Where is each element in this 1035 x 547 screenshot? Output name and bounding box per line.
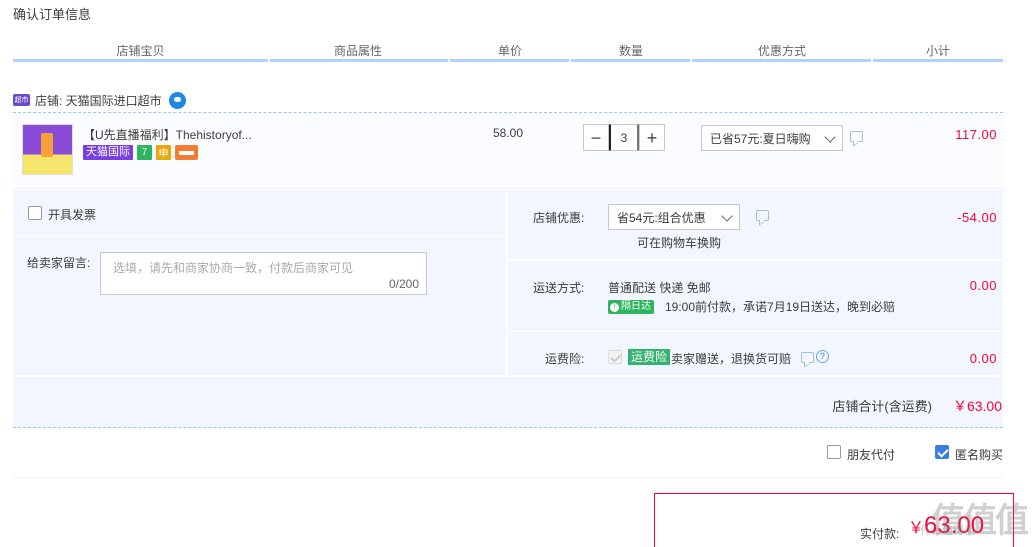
memo-textarea[interactable]: 选填，请先和商家协商一致，付款后商家可见 0/200 — [100, 252, 427, 295]
chevron-down-icon — [721, 210, 733, 222]
pay-label: 实付款: — [860, 527, 900, 541]
guarantee-icon: 申 — [156, 145, 171, 160]
column-separator — [690, 59, 692, 62]
shop-row: 超市 店铺: 天猫国际进口超市 — [13, 91, 186, 109]
quantity-stepper: − + — [583, 124, 665, 151]
message-icon[interactable] — [756, 210, 769, 221]
friend-pay-checkbox[interactable] — [827, 445, 841, 459]
shop-name[interactable]: 店铺: 天猫国际进口超市 — [35, 92, 162, 109]
anonymous-checkbox[interactable] — [935, 445, 949, 459]
next-day-badge-text: 隔日达 — [621, 301, 651, 312]
shop-discount-amount: -54.00 — [957, 210, 997, 225]
wangwang-icon[interactable] — [168, 91, 186, 109]
insurance-amount: 0.00 — [969, 351, 997, 366]
quantity-decrease-button[interactable]: − — [583, 124, 609, 151]
product-title-link[interactable]: 【U先直播福利】Thehistoryof... — [83, 126, 263, 143]
divider — [13, 477, 1003, 478]
memo-label: 给卖家留言: — [27, 256, 91, 270]
shop-total-label: 店铺合计(含运费) — [832, 399, 932, 414]
page-title: 确认订单信息 — [13, 7, 92, 22]
shop-discount-note: 可在购物车换购 — [637, 236, 722, 250]
insurance-note: 卖家赠送，退换货可赔 — [671, 352, 792, 366]
divider — [13, 375, 1003, 377]
next-day-badge: ! 隔日达 — [608, 300, 654, 314]
shipping-label: 运送方式: — [533, 281, 585, 295]
lightning-icon: ! — [610, 302, 619, 312]
shipping-amount: 0.00 — [969, 278, 997, 293]
message-icon[interactable] — [850, 131, 863, 142]
column-separator — [569, 59, 571, 62]
quantity-increase-button[interactable]: + — [639, 124, 665, 151]
anonymous-label[interactable]: 匿名购买 — [955, 446, 1003, 463]
divider — [506, 190, 508, 376]
shop-icon: 超市 — [13, 94, 30, 106]
divider — [508, 259, 1003, 261]
card-icon — [175, 145, 198, 160]
divider — [508, 330, 1003, 332]
shop-total-value: ￥63.00 — [952, 398, 1002, 414]
message-icon[interactable] — [801, 352, 814, 363]
shop-discount-value: 省54元:组合优惠 — [617, 210, 706, 225]
item-subtotal: 117.00 — [955, 127, 997, 142]
memo-placeholder: 选填，请先和商家协商一致，付款后商家可见 — [113, 261, 354, 275]
tmall-global-tag: 天猫国际 — [83, 145, 133, 160]
help-icon[interactable]: ? — [816, 350, 829, 363]
insurance-badge: 运费险 — [628, 349, 671, 365]
shipping-note: 19:00前付款，承诺7月19日送达，晚到必赔 — [665, 300, 896, 314]
shipping-method: 普通配送 快递 免邮 — [608, 281, 711, 295]
shop-discount-select[interactable]: 省54元:组合优惠 — [608, 204, 740, 230]
divider — [13, 236, 506, 237]
item-discount-value: 已省57元:夏日嗨购 — [710, 131, 811, 146]
column-separator — [448, 59, 450, 62]
product-thumbnail[interactable] — [22, 124, 73, 175]
invoice-checkbox[interactable] — [28, 206, 42, 220]
column-header-underline — [13, 59, 1003, 62]
shop-discount-label: 店铺优惠: — [533, 211, 585, 225]
unit-price: 58.00 — [493, 126, 524, 140]
seven-day-return-icon: 7 — [137, 145, 152, 160]
item-discount-select[interactable]: 已省57元:夏日嗨购 — [701, 125, 843, 151]
quantity-input[interactable] — [609, 124, 639, 151]
product-tags: 天猫国际 7 申 — [83, 145, 198, 160]
friend-pay-label[interactable]: 朋友代付 — [847, 446, 895, 463]
invoice-label[interactable]: 开具发票 — [48, 206, 96, 223]
column-separator — [268, 59, 270, 62]
chevron-down-icon — [824, 131, 836, 143]
insurance-checkbox — [608, 350, 622, 364]
watermark-sub: 什么值得买 — [920, 525, 975, 537]
memo-char-count: 0/200 — [388, 277, 419, 291]
insurance-label: 运费险: — [545, 352, 585, 366]
column-separator — [871, 59, 873, 62]
